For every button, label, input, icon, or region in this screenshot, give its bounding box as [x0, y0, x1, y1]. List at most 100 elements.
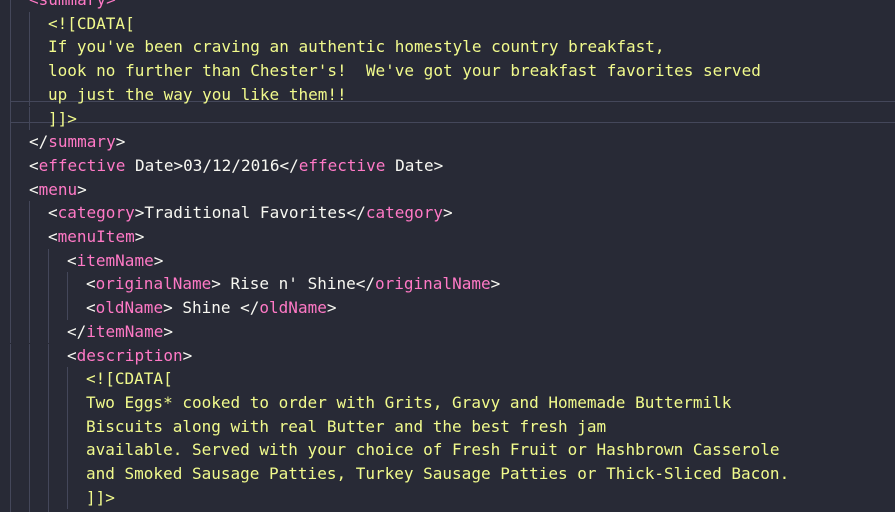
indent-guide	[10, 11, 11, 36]
code-line[interactable]: ]]>	[86, 486, 115, 510]
cdata-text: Two Eggs* cooked to order with Grits, Gr…	[86, 392, 732, 412]
xml-tag-name: effective	[38, 155, 126, 175]
code-token: Date>	[385, 155, 444, 175]
code-token: </	[29, 132, 49, 152]
code-token: <	[29, 155, 39, 175]
indent-guide	[48, 390, 49, 415]
code-token: >	[115, 132, 126, 152]
indent-guide	[67, 390, 68, 415]
code-editor[interactable]: <summary> <![CDATA[ If you've been craving…	[0, 0, 895, 512]
indent-guide	[29, 35, 30, 60]
code-token: >Traditional Favorites</	[134, 203, 366, 223]
code-token: <	[86, 298, 96, 318]
code-line[interactable]: <menuItem>	[48, 225, 144, 249]
indent-guide	[67, 296, 68, 320]
indent-guide	[48, 272, 49, 297]
code-token: >	[153, 250, 164, 270]
code-line[interactable]: Biscuits along with real Butter and the …	[86, 415, 606, 439]
code-token: <	[48, 203, 58, 223]
indent-guide	[10, 272, 11, 297]
indent-guide	[10, 319, 11, 344]
cdata-text: ]]>	[48, 108, 77, 128]
indent-guide	[10, 462, 11, 486]
code-line[interactable]: <category>Traditional Favorites</categor…	[48, 201, 453, 225]
cdata-text: <![CDATA[	[48, 13, 135, 33]
indent-guide	[29, 11, 30, 36]
indent-guide	[67, 367, 68, 391]
code-line[interactable]: </summary>	[29, 130, 125, 154]
indent-guide	[29, 201, 30, 225]
indent-guide	[48, 319, 49, 344]
indent-guide	[29, 59, 30, 83]
indent-guide	[48, 462, 49, 486]
indent-guide	[29, 367, 30, 391]
indent-guide	[29, 296, 30, 320]
code-line[interactable]: <itemName>	[67, 249, 163, 273]
xml-tag-name: oldName	[95, 298, 164, 318]
indent-guide	[48, 367, 49, 391]
code-token: >	[77, 179, 87, 199]
indent-guide	[48, 485, 49, 510]
code-line[interactable]: <menu>	[29, 178, 87, 202]
xml-tag-name: category	[57, 203, 135, 223]
code-line[interactable]: and Smoked Sausage Patties, Turkey Sausa…	[86, 462, 789, 486]
code-token: <	[67, 345, 77, 365]
cdata-text: <![CDATA[	[86, 369, 173, 389]
xml-tag-name: description	[76, 345, 183, 365]
indent-guide	[10, 177, 11, 202]
indent-guide	[10, 153, 11, 178]
code-token: </	[67, 321, 87, 341]
indent-guide	[10, 248, 11, 273]
code-token: > Rise n' Shine</	[211, 274, 375, 294]
xml-tag-name: itemName	[86, 321, 164, 341]
xml-tag-name: <summary>	[29, 0, 116, 9]
code-line[interactable]: up just the way you like them!!	[48, 83, 347, 107]
code-line[interactable]: <summary>	[29, 0, 116, 12]
code-line[interactable]: <oldName> Shine </oldName>	[86, 296, 336, 320]
indent-guide	[67, 485, 68, 510]
code-token: >	[134, 227, 145, 246]
indent-guide	[67, 414, 68, 439]
code-line[interactable]: <effective Date>03/12/2016</effective Da…	[29, 154, 443, 178]
code-line[interactable]: look no further than Chester's! We've go…	[48, 59, 761, 83]
code-line[interactable]: <![CDATA[	[48, 12, 135, 36]
indent-guide	[29, 485, 30, 510]
indent-guide	[48, 414, 49, 439]
indent-guide	[29, 225, 30, 249]
code-token: >	[326, 298, 337, 318]
indent-guide	[67, 462, 68, 486]
indent-guide	[29, 390, 30, 415]
code-line[interactable]: Two Eggs* cooked to order with Grits, Gr…	[86, 391, 731, 415]
indent-guide	[67, 272, 68, 297]
xml-tag-name: originalName	[375, 274, 491, 294]
indent-guide	[10, 390, 11, 415]
code-line[interactable]: <description>	[67, 344, 192, 368]
code-line[interactable]: <![CDATA[	[86, 367, 173, 391]
indent-guide	[10, 343, 11, 368]
indent-guide	[48, 438, 49, 462]
code-line[interactable]: If you've been craving an authentic home…	[48, 35, 665, 59]
indent-guide	[10, 0, 11, 12]
indent-guide	[10, 201, 11, 225]
code-line[interactable]: <originalName> Rise n' Shine</originalNa…	[86, 272, 500, 296]
xml-tag-name: oldName	[259, 298, 327, 318]
indent-guide	[10, 438, 11, 462]
xml-tag-name: category	[365, 203, 443, 223]
code-token: <	[86, 274, 96, 294]
cdata-text: If you've been craving an authentic home…	[48, 37, 665, 57]
indent-guide	[67, 438, 68, 462]
indent-guide	[29, 272, 30, 297]
code-token: <	[29, 179, 39, 199]
code-line[interactable]: ]]>	[48, 107, 77, 131]
code-token: >	[442, 203, 453, 223]
indent-guide	[48, 248, 49, 273]
xml-tag-name: effective	[298, 155, 386, 175]
code-line[interactable]: </itemName>	[67, 320, 173, 344]
indent-guide	[10, 414, 11, 439]
cdata-text: look no further than Chester's! We've go…	[48, 61, 761, 81]
xml-tag-name: menu	[38, 179, 78, 199]
code-line[interactable]: available. Served with your choice of Fr…	[86, 438, 780, 462]
cdata-text: available. Served with your choice of Fr…	[86, 440, 780, 460]
indent-guide	[48, 296, 49, 320]
indent-guide	[10, 485, 11, 510]
